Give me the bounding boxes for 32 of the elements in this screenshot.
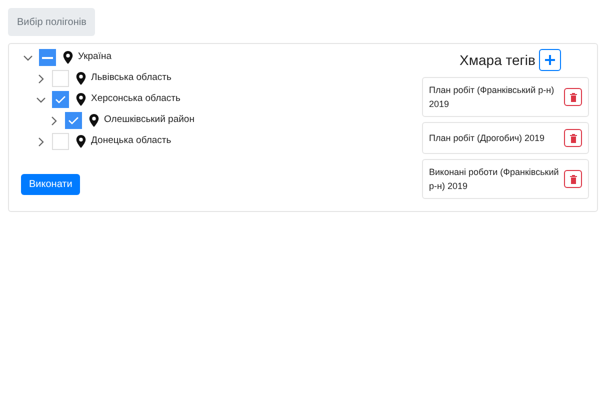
trash-icon xyxy=(570,174,576,184)
chevron-down-icon[interactable] xyxy=(34,94,48,104)
trash-icon xyxy=(570,92,576,102)
tree-item-label[interactable]: Херсонська область xyxy=(91,92,180,107)
chevron-down-icon[interactable] xyxy=(21,52,35,62)
checkbox[interactable] xyxy=(65,112,82,129)
tree-item-label[interactable]: Олешківський район xyxy=(104,113,194,128)
tree-item-label[interactable]: Донецька область xyxy=(91,134,172,149)
plus-icon xyxy=(545,55,556,65)
delete-button[interactable] xyxy=(564,170,582,188)
tag-label: План робіт (Дрогобич) 2019 xyxy=(429,132,545,145)
minus-icon xyxy=(42,56,53,58)
delete-button[interactable] xyxy=(564,129,582,147)
check-icon xyxy=(55,95,66,104)
checkbox[interactable] xyxy=(52,91,69,108)
map-pin-icon xyxy=(63,51,73,64)
select-polygons-button[interactable]: Вибір полігонів xyxy=(8,8,96,36)
map-pin-icon xyxy=(76,93,86,106)
run-button[interactable]: Виконати xyxy=(21,174,80,195)
check-icon xyxy=(68,116,79,125)
map-pin-icon xyxy=(76,72,86,85)
tag-label: План робіт (Франківський р-н) 2019 xyxy=(429,84,556,111)
trash-icon xyxy=(570,134,576,142)
checkbox[interactable] xyxy=(39,49,56,66)
tree-item-label[interactable]: Україна xyxy=(78,50,112,65)
map-pin-icon xyxy=(89,114,99,127)
tag-cloud-title: Хмара тегів xyxy=(460,50,536,70)
add-button[interactable] xyxy=(539,49,562,71)
tag-label: Виконані роботи (Франківський р-н) 2019 xyxy=(429,166,560,193)
map-pin-icon xyxy=(76,135,86,148)
delete-button[interactable] xyxy=(564,88,582,106)
tree-item-label[interactable]: Львівська область xyxy=(91,71,172,86)
